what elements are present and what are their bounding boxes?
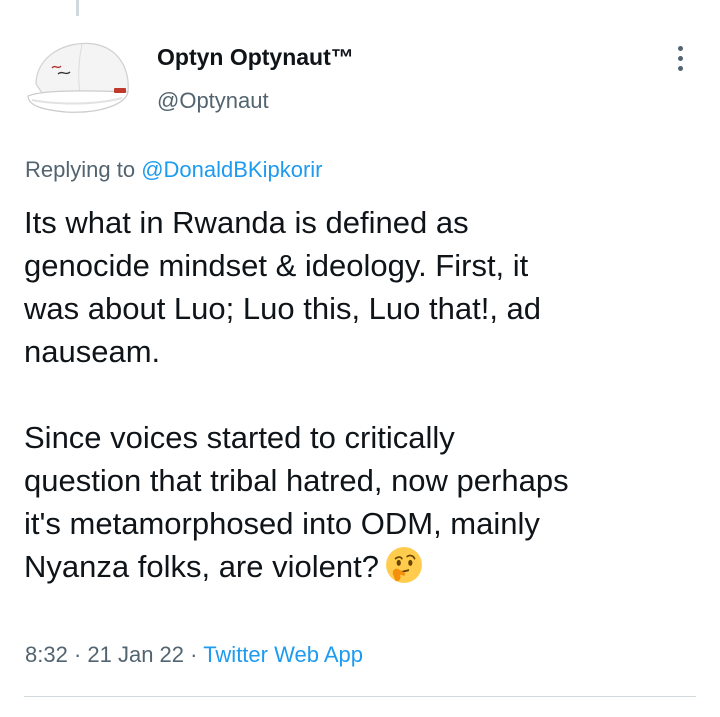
dot — [678, 46, 683, 51]
tweet-meta: 8:32 · 21 Jan 22 · Twitter Web App — [25, 642, 363, 668]
more-options-icon[interactable] — [664, 42, 696, 74]
cap-avatar-icon — [27, 42, 129, 113]
tweet-time[interactable]: 8:32 — [25, 642, 68, 667]
replying-to-line: Replying to @DonaldBKipkorir — [25, 157, 322, 183]
user-handle[interactable]: @Optynaut — [157, 88, 269, 114]
replying-prefix: Replying to — [25, 157, 142, 182]
meta-separator: · — [67, 642, 88, 667]
dot — [678, 56, 683, 61]
avatar[interactable] — [22, 34, 140, 120]
divider — [24, 696, 696, 697]
tweet-text: Its what in Rwanda is defined as genocid… — [24, 201, 704, 588]
thread-connector-line — [76, 0, 79, 16]
display-name[interactable]: Optyn Optynaut™ — [157, 44, 354, 71]
meta-separator: · — [184, 642, 204, 667]
tweet-date[interactable]: 21 Jan 22 — [87, 642, 184, 667]
thinking-face-emoji — [386, 547, 422, 583]
dot — [678, 66, 683, 71]
mention-link[interactable]: @DonaldBKipkorir — [141, 157, 322, 182]
tweet-body: Its what in Rwanda is defined as genocid… — [24, 205, 569, 584]
tweet-source-link[interactable]: Twitter Web App — [203, 642, 363, 667]
